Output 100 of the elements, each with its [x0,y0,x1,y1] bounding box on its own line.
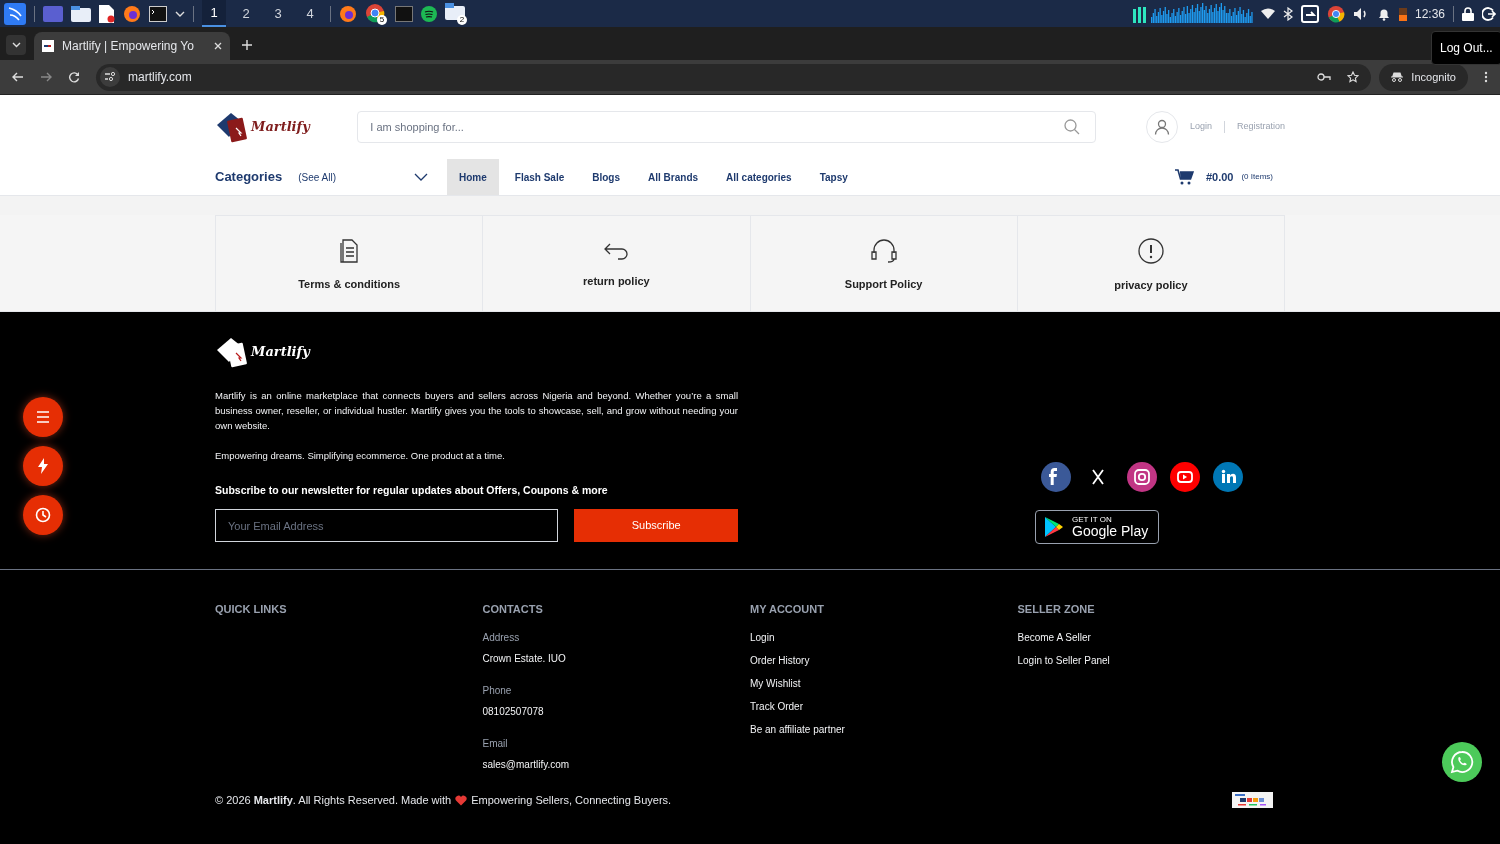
facebook-icon[interactable] [1041,462,1071,492]
browser-tab[interactable]: Martlify | Empowering Yo [34,32,230,60]
nav-link[interactable]: Tapsy [807,159,860,195]
logo[interactable]: Martlify [215,111,358,143]
firefox-icon[interactable] [123,4,141,23]
newsletter-heading: Subscribe to our newsletter for regular updates about Offers, Coupons & more [215,483,609,499]
music-icon[interactable] [421,5,437,22]
cart-icon[interactable] [1174,169,1194,185]
bluetooth-icon[interactable] [1282,6,1293,21]
email-field[interactable]: Your Email Address [215,509,559,542]
star-icon[interactable] [1347,71,1360,83]
youtube-icon[interactable] [1170,462,1200,492]
contact-value: Crown Estate. IUO [482,651,567,666]
site-settings-icon[interactable] [104,72,116,82]
address-bar[interactable]: martlify.com [96,63,1372,91]
nav-link[interactable]: Flash Sale [502,159,577,195]
policy-card[interactable]: Support Policy [750,215,1018,311]
footer-link[interactable]: Login [750,629,1018,645]
document-icon [338,238,361,265]
nav-link[interactable]: Blogs [580,159,633,195]
tab-title: Martlify | Empowering Yo [62,38,195,55]
url-text: martlify.com [128,69,193,86]
google-play-badge[interactable]: GET IT ON Google Play [1035,510,1159,544]
clock-icon [35,507,51,523]
profile-label: Incognito [1411,69,1456,85]
nav-link[interactable]: Home [447,159,499,195]
column-heading: CONTACTS [482,602,544,617]
document-icon[interactable] [99,4,115,23]
reload-icon[interactable] [68,71,80,83]
firefox-icon[interactable] [339,4,357,23]
volume-icon[interactable] [1352,6,1369,21]
footer-link[interactable]: Be an affiliate partner [750,721,1018,737]
key-icon[interactable] [1317,72,1332,82]
cart-total[interactable]: #0.00 [1205,168,1234,186]
alert-circle-icon [1136,237,1165,266]
favicon-icon [42,40,54,52]
tab-list-button[interactable] [6,35,26,55]
slogan-text: Empowering Sellers, Connecting Buyers. [471,792,672,808]
folder-icon[interactable] [445,2,465,21]
count-badge: 5 [377,14,387,25]
linkedin-icon[interactable] [1213,462,1243,492]
terminal-icon[interactable] [149,5,167,22]
more-vertical-icon[interactable] [1484,71,1488,83]
contact-value: sales@martlify.com [482,757,571,772]
user-icon[interactable] [1153,119,1170,135]
search-field[interactable]: I am shopping for... [357,111,1096,143]
subscribe-button[interactable]: Subscribe [574,509,738,542]
heart-icon [455,794,468,806]
chrome-icon[interactable] [365,2,385,23]
logout-icon[interactable] [1482,6,1496,21]
lightning-icon [37,458,49,474]
instagram-icon[interactable] [1127,462,1157,492]
badge-title: Google Play [1072,524,1149,538]
folder-icon[interactable] [71,5,91,22]
desktop-icon[interactable] [43,5,63,22]
forward-arrow-icon[interactable] [40,71,52,83]
logo-text: Martlify [251,343,310,362]
policy-card[interactable]: Terms & conditions [216,215,484,311]
search-icon[interactable] [1063,119,1080,135]
categories-label[interactable]: Categories [215,167,283,187]
battery-icon[interactable] [1398,6,1407,21]
see-all-link[interactable]: (See All) [298,169,336,185]
footer-link[interactable]: Order History [750,652,1018,668]
chrome-icon[interactable] [1326,4,1345,23]
close-icon[interactable] [214,42,222,50]
return-arrow-icon [602,241,631,262]
footer-link[interactable]: Login to Seller Panel [1017,652,1285,668]
play-store-icon [1044,516,1064,538]
chevron-down-icon [11,42,21,48]
count-badge: 2 [457,14,467,25]
workspace-button[interactable]: 3 [266,0,290,27]
headset-icon [869,238,898,265]
back-arrow-icon[interactable] [12,71,24,83]
logo[interactable]: Martlify [215,336,738,368]
workspace-button[interactable]: 4 [298,0,322,27]
column-heading: QUICK LINKS [215,602,288,617]
about-text: Martlify is an online marketplace that connects buyers and sellers across Nigeria and beyond. Whether you’re a small business owner, reseller, or individual hustler. Martlify gives you the tools to showcase, sell, and grow without needing your own website. [215,389,738,433]
cart-count: (0 Items) [1241,171,1273,183]
footer-link[interactable]: Track Order [750,698,1018,714]
clock-text[interactable]: 12:36 [1414,4,1445,23]
badge-caption: GET IT ON [1072,516,1113,524]
workspace-button[interactable]: 1 [202,0,226,27]
column-heading: SELLER ZONE [1017,602,1096,617]
screen-share-icon[interactable] [1300,4,1319,23]
policy-card[interactable]: privacy policy [1017,215,1285,311]
wifi-icon[interactable] [1260,7,1275,20]
contact-label: Email [482,736,509,751]
nav-link[interactable]: All categories [714,159,804,195]
tagline: Empowering dreams. Simplifying ecommerce. One product at a time. [215,449,506,463]
policy-card[interactable]: return policy [483,215,751,311]
chevron-down-icon[interactable] [414,173,428,181]
footer-link[interactable]: My Wishlist [750,675,1018,691]
column-heading: MY ACCOUNT [750,602,825,617]
lock-icon[interactable] [1462,6,1474,21]
footer-link[interactable]: Become A Seller [1017,629,1285,645]
workspace-button[interactable]: 2 [234,0,258,27]
new-tab-icon[interactable] [242,40,252,50]
incognito-chip[interactable]: Incognito [1379,63,1468,91]
contact-label: Address [482,630,521,645]
nav-link[interactable]: All Brands [636,159,711,195]
